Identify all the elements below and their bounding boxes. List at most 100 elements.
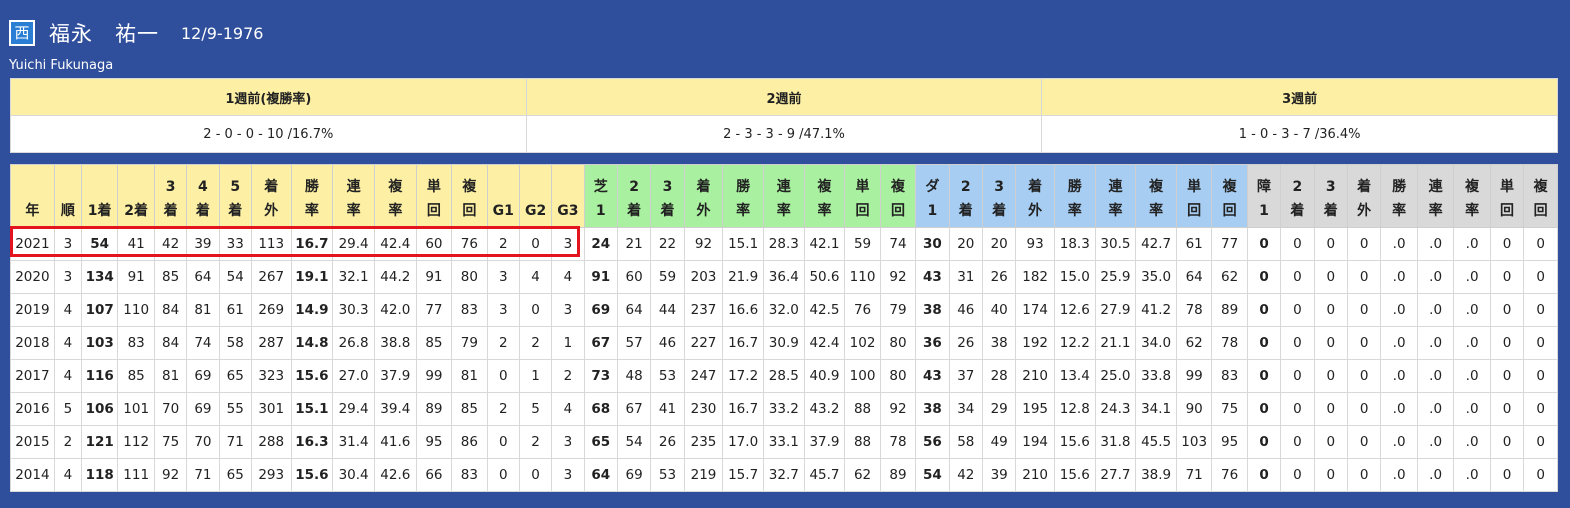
stat-cell: 301 <box>250 392 292 426</box>
stat-cell: 4 <box>53 458 82 492</box>
stat-cell: 60 <box>415 227 453 261</box>
stat-cell: 32.1 <box>332 260 375 294</box>
stat-cell: 15.7 <box>722 458 764 492</box>
stat-cell: 64 <box>583 458 618 492</box>
stat-cell: 20 <box>981 227 1017 261</box>
stat-cell: 3 <box>551 425 585 459</box>
stat-cell: .0 <box>1416 392 1455 426</box>
stat-cell: .0 <box>1453 227 1491 261</box>
stat-cell: 88 <box>844 425 881 459</box>
year-cell: 2014 <box>10 458 55 492</box>
stat-cell: .0 <box>1380 227 1418 261</box>
stat-cell: 42.0 <box>373 293 417 327</box>
stat-cell: 78 <box>1211 326 1248 360</box>
stats-column-header: 連率 <box>332 164 375 228</box>
stat-cell: 17.2 <box>722 359 764 393</box>
stat-cell: .0 <box>1380 359 1418 393</box>
stat-cell: 99 <box>1175 359 1213 393</box>
stat-cell: .0 <box>1380 425 1418 459</box>
stat-cell: 288 <box>250 425 292 459</box>
stat-cell: 56 <box>915 425 950 459</box>
stat-cell: 24 <box>583 227 618 261</box>
stats-column-header: 3着 <box>981 164 1017 228</box>
stat-cell: 0 <box>1489 260 1525 294</box>
weekly-results-table: 1週前(複勝率) 2週前 3週前 2 - 0 - 0 - 10 /16.7% 2… <box>10 78 1558 153</box>
stat-cell: 106 <box>80 392 119 426</box>
stat-cell: 16.7 <box>722 326 764 360</box>
stat-cell: 15.6 <box>290 458 334 492</box>
stat-cell: 0 <box>486 359 520 393</box>
stat-cell: 103 <box>80 326 119 360</box>
stat-cell: 31 <box>948 260 983 294</box>
stats-column-header: 着外 <box>1346 164 1382 228</box>
stat-cell: 44 <box>650 293 685 327</box>
stat-cell: 3 <box>551 293 585 327</box>
stat-cell: 69 <box>186 359 220 393</box>
year-cell: 2017 <box>10 359 55 393</box>
weekly-value: 2 - 3 - 3 - 9 /47.1% <box>525 115 1043 153</box>
stats-column-header: G1 <box>486 164 520 228</box>
stat-cell: 77 <box>415 293 453 327</box>
stat-cell: 0 <box>1280 260 1315 294</box>
stat-cell: 0 <box>1246 392 1282 426</box>
stat-cell: 89 <box>1211 293 1248 327</box>
stat-cell: 83 <box>1211 359 1248 393</box>
stat-cell: 58 <box>218 326 252 360</box>
table-row: 2017 4 116 85 81 69 65 323 15.6 27.0 37.9 99 81 0 1 2 73… <box>10 359 1558 393</box>
stat-cell: .0 <box>1380 458 1418 492</box>
stats-column-header: 勝率 <box>1053 164 1096 228</box>
stat-cell: 31.8 <box>1094 425 1137 459</box>
table-row: 2020 3 134 91 85 64 54 267 19.1 32.1 44.2 91 80 3 4 4 91… <box>10 260 1558 294</box>
stat-cell: 85 <box>415 326 453 360</box>
stat-cell: 92 <box>683 227 724 261</box>
stat-cell: 21.9 <box>722 260 764 294</box>
stat-cell: 89 <box>879 458 917 492</box>
stat-cell: 38 <box>915 293 950 327</box>
stat-cell: 41.2 <box>1135 293 1177 327</box>
stat-cell: 113 <box>250 227 292 261</box>
stats-column-header: 5着 <box>218 164 252 228</box>
stat-cell: 54 <box>915 458 950 492</box>
stat-cell: 111 <box>117 458 155 492</box>
stat-cell: 3 <box>486 260 520 294</box>
stat-cell: 0 <box>1346 458 1382 492</box>
stat-cell: 0 <box>1523 326 1558 360</box>
stat-cell: 1 <box>551 326 585 360</box>
stats-column-header: 4着 <box>186 164 220 228</box>
stats-column-header: 2着 <box>1280 164 1315 228</box>
stat-cell: 91 <box>415 260 453 294</box>
stat-cell: 110 <box>117 293 155 327</box>
weekly-header: 1週前(複勝率) <box>10 78 527 116</box>
stat-cell: 16.6 <box>722 293 764 327</box>
stat-cell: 116 <box>80 359 119 393</box>
stat-cell: 70 <box>186 425 220 459</box>
stats-column-header: G3 <box>551 164 585 228</box>
stat-cell: 34.1 <box>1135 392 1177 426</box>
stat-cell: 83 <box>451 293 488 327</box>
weekly-value: 1 - 0 - 3 - 7 /36.4% <box>1041 115 1558 153</box>
stat-cell: 57 <box>616 326 652 360</box>
stat-cell: 15.6 <box>290 359 334 393</box>
stat-cell: 76 <box>1211 458 1248 492</box>
stat-cell: 0 <box>1523 260 1558 294</box>
stat-cell: 64 <box>1175 260 1213 294</box>
stat-cell: 86 <box>451 425 488 459</box>
weekly-header: 2週前 <box>525 78 1043 116</box>
stat-cell: 65 <box>218 359 252 393</box>
jockey-birthdate: 12/9-1976 <box>181 23 264 43</box>
stat-cell: 28 <box>981 359 1017 393</box>
stat-cell: 0 <box>1313 293 1348 327</box>
region-badge: 西 <box>9 20 35 46</box>
stat-cell: 0 <box>1246 260 1282 294</box>
stat-cell: 0 <box>1523 392 1558 426</box>
stat-cell: 182 <box>1015 260 1055 294</box>
stat-cell: 4 <box>551 260 585 294</box>
stat-cell: 0 <box>1313 458 1348 492</box>
stat-cell: 33.8 <box>1135 359 1177 393</box>
stat-cell: 88 <box>844 392 881 426</box>
stat-cell: 5 <box>518 392 553 426</box>
stat-cell: 43.2 <box>803 392 846 426</box>
stat-cell: 68 <box>583 392 618 426</box>
stats-column-header: 複率 <box>803 164 846 228</box>
stat-cell: 194 <box>1015 425 1055 459</box>
